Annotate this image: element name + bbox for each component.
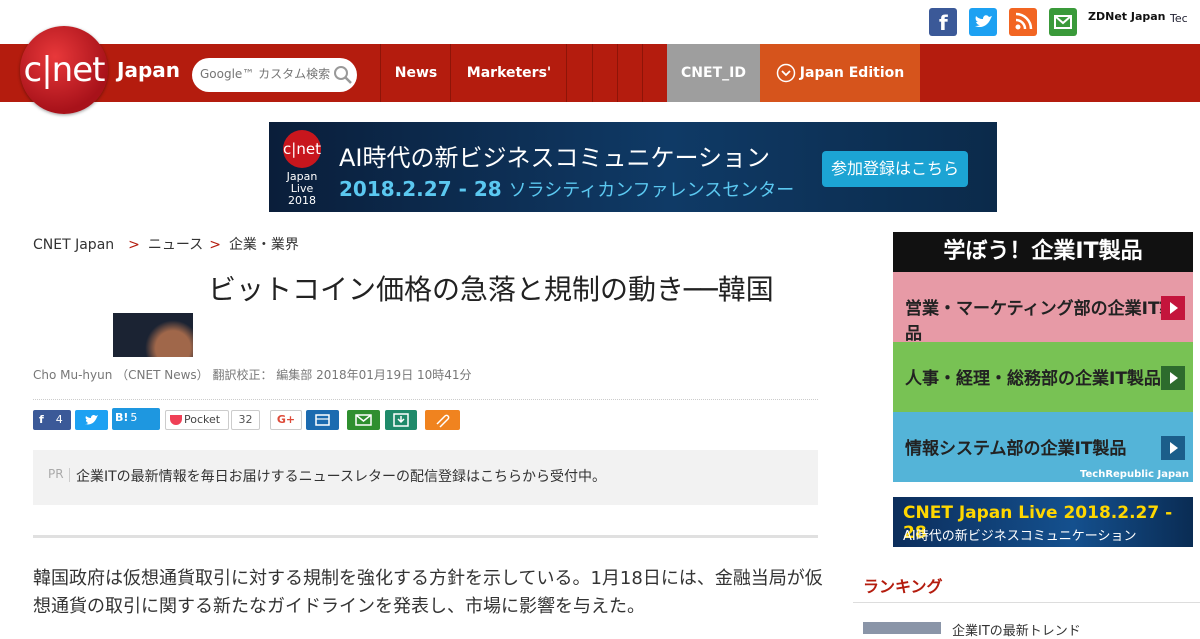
ranking-thumbnail[interactable] (863, 622, 941, 634)
facebook-icon: f (39, 413, 44, 426)
download-icon (393, 413, 409, 427)
search-box[interactable] (192, 58, 357, 92)
event-banner[interactable]: c|net Japan Live 2018 AI時代の新ビジネスコミュニケーション … (269, 122, 997, 212)
clip-button[interactable] (425, 410, 460, 430)
ad-item-sales[interactable]: 営業・マーケティング部の企業IT製品 (893, 272, 1193, 344)
breadcrumb-news[interactable]: ニュース (148, 237, 203, 253)
edition-label: Japan (117, 58, 180, 82)
article-thumbnail (113, 313, 193, 357)
paperclip-icon (436, 414, 450, 428)
arrow-right-icon (1161, 296, 1185, 320)
it-products-ad[interactable]: 学ぼう！企業IT製品 営業・マーケティング部の企業IT製品 人事・経理・総務部の… (893, 232, 1193, 482)
twitter-share-button[interactable] (75, 410, 108, 430)
article-byline: Cho Mu-hyun （CNET News） 翻訳校正： 編集部 2018年0… (33, 368, 472, 382)
mail-icon (355, 414, 372, 426)
search-icon[interactable] (333, 65, 353, 85)
svg-text:f: f (939, 11, 948, 35)
ad-item-is[interactable]: 情報システム部の企業IT製品 TechRepublic Japan (893, 412, 1193, 482)
pocket-count: 32 (231, 410, 260, 430)
nav-empty-1[interactable] (566, 44, 593, 102)
cnet-live-ad[interactable]: CNET Japan Live 2018.2.27 - 28 AI時代の新ビジネ… (893, 497, 1193, 547)
article-body: 韓国政府は仮想通貨取引に対する規制を強化する方針を示している。1月18日には、金… (33, 568, 823, 617)
banner-logo: c|net Japan Live 2018 (279, 130, 325, 207)
divider (33, 535, 818, 538)
rss-icon[interactable] (1009, 8, 1037, 36)
pocket-icon (170, 415, 182, 425)
nav-marketers[interactable]: Marketers' (450, 44, 567, 102)
pr-box[interactable]: PR 企業ITの最新情報を毎日お届けするニュースレターの配信登録はこちらから受付… (33, 450, 818, 505)
banner-date: 2018.2.27 - 28 ソラシティカンファレンスセンター (339, 177, 795, 201)
nav-empty-3[interactable] (617, 44, 643, 102)
gplus-button[interactable]: G+ (270, 410, 302, 430)
email-share-button[interactable] (347, 410, 380, 430)
arrow-right-icon (1161, 436, 1185, 460)
breadcrumb-category[interactable]: 企業・業界 (229, 237, 299, 253)
banner-register-button[interactable]: 参加登録はこちら (822, 151, 968, 187)
cnet-logo[interactable]: c|net (20, 26, 108, 114)
chevron-down-icon (776, 63, 796, 83)
save-button[interactable] (385, 410, 417, 430)
facebook-icon[interactable]: f (929, 8, 957, 36)
nav-japan-edition[interactable]: Japan Edition (760, 44, 920, 102)
mail-icon[interactable] (1049, 8, 1077, 36)
techrepublic-link[interactable]: Tec (1170, 12, 1188, 25)
arrow-right-icon (1161, 366, 1185, 390)
hatena-icon: B! (115, 411, 129, 424)
print-button[interactable] (306, 410, 339, 430)
ad-item-hr[interactable]: 人事・経理・総務部の企業IT製品 (893, 342, 1193, 412)
ranking-title: ランキング (863, 577, 943, 596)
breadcrumb: CNET Japan > ニュース > 企業・業界 (33, 237, 299, 253)
banner-title: AI時代の新ビジネスコミュニケーション (339, 144, 771, 172)
facebook-share-button[interactable]: f4 (33, 410, 71, 430)
nav-cnet-id[interactable]: CNET_ID (667, 44, 760, 102)
print-icon (315, 414, 330, 426)
pocket-button[interactable]: Pocket (165, 410, 229, 430)
pr-link[interactable]: 企業ITの最新情報を毎日お届けするニュースレターの配信登録はこちらから受付中。 (76, 466, 606, 486)
top-utility-bar: f ZDNet Japan Tec (0, 0, 1200, 44)
zdnet-link[interactable]: ZDNet Japan (1088, 10, 1166, 23)
article-title: ビットコイン価格の急落と規制の動き──韓国 (208, 273, 774, 306)
ad-header: 学ぼう！企業IT製品 (893, 232, 1193, 272)
divider (33, 399, 818, 400)
ranking-panel: ランキング 企業ITの最新トレンド (853, 558, 1200, 639)
twitter-icon (85, 414, 98, 425)
breadcrumb-home[interactable]: CNET Japan (33, 237, 114, 253)
nav-news[interactable]: News (380, 44, 451, 102)
nav-empty-2[interactable] (592, 44, 618, 102)
search-input[interactable] (198, 66, 332, 82)
pr-tag: PR (48, 467, 64, 481)
nav-empty-4[interactable] (642, 44, 668, 102)
twitter-icon[interactable] (969, 8, 997, 36)
hatena-bookmark-button[interactable]: B! 5 (112, 408, 160, 430)
